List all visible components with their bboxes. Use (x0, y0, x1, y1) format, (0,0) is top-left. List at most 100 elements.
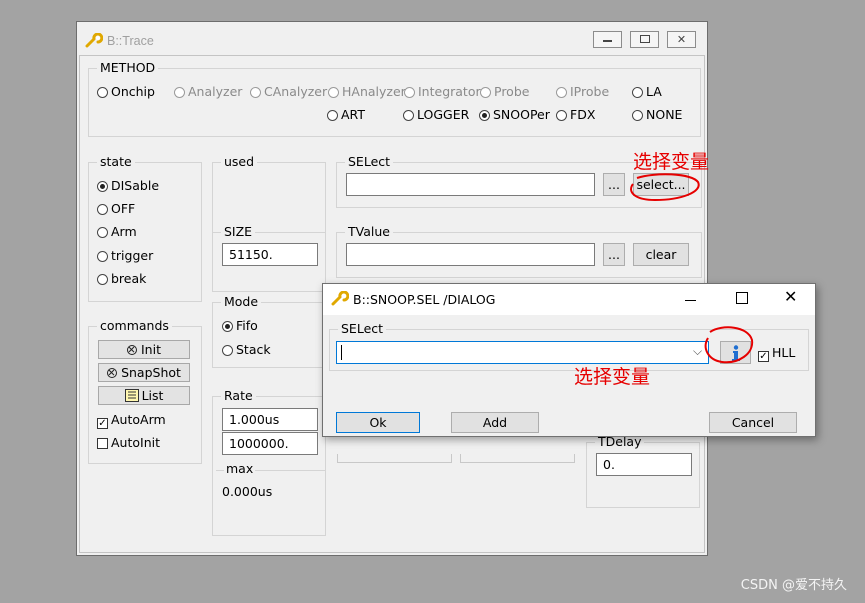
radio-circle (556, 110, 567, 121)
tvalue-group: TValue ... clear (336, 224, 702, 278)
radio-circle-selected (97, 181, 108, 192)
size-label: SIZE (221, 224, 256, 239)
wrench-icon (331, 291, 349, 306)
method-art-radio[interactable]: ART (327, 107, 365, 122)
commands-group: commands Init SnapShot List ✓ AutoArm Aut… (88, 318, 202, 464)
mode-fifo-radio[interactable]: Fifo (222, 318, 258, 333)
tvalue-browse-button[interactable]: ... (603, 243, 625, 266)
state-label: state (97, 154, 135, 169)
checkbox (97, 438, 108, 449)
rate-field[interactable]: 1.000us (222, 408, 318, 431)
size-group: SIZE 51150. (212, 224, 326, 292)
annotation-dialog-note: 选择变量 (574, 366, 651, 388)
radio-circle-selected (222, 321, 233, 332)
method-fdx-radio[interactable]: FDX (556, 107, 595, 122)
tvalue-input[interactable] (346, 243, 595, 266)
autoinit-checkbox[interactable]: AutoInit (97, 435, 160, 450)
commands-label: commands (97, 318, 172, 333)
cancel-button[interactable]: Cancel (709, 412, 797, 433)
radio-circle (403, 110, 414, 121)
tdelay-group: TDelay 0. (586, 434, 700, 508)
checkbox-checked: ✓ (758, 351, 769, 362)
radio-circle (97, 227, 108, 238)
radio-circle-selected (479, 110, 490, 121)
mode-group: Mode Fifo Stack (212, 294, 326, 368)
method-logger-radio[interactable]: LOGGER (403, 107, 469, 122)
mode-stack-radio[interactable]: Stack (222, 342, 271, 357)
method-hanalyzer-radio: HAnalyzer (328, 84, 406, 99)
dialog-title: B::SNOOP.SEL /DIALOG (353, 292, 496, 307)
method-none-radio[interactable]: NONE (632, 107, 682, 122)
minimize-icon (685, 300, 696, 301)
method-onchip-radio[interactable]: Onchip (97, 84, 155, 99)
dialog-maximize-button[interactable] (736, 292, 748, 304)
maximize-icon (639, 35, 650, 43)
radio-circle (97, 251, 108, 262)
state-arm-radio[interactable]: Arm (97, 224, 137, 239)
hll-checkbox[interactable]: ✓ HLL (758, 345, 795, 362)
close-button[interactable]: ✕ (667, 31, 696, 48)
watermark: CSDN @爱不持久 (740, 578, 847, 593)
minimize-button[interactable] (593, 31, 622, 48)
checkbox-checked: ✓ (97, 418, 108, 429)
state-trigger-radio[interactable]: trigger (97, 248, 153, 263)
select-label: SELect (345, 154, 394, 169)
dialog-select-combobox[interactable] (336, 341, 709, 364)
ok-button[interactable]: Ok (336, 412, 420, 433)
dialog-close-button[interactable]: ✕ (784, 287, 797, 306)
rate-count-field[interactable]: 1000000. (222, 432, 318, 455)
method-la-radio[interactable]: LA (632, 84, 662, 99)
snapshot-button[interactable]: SnapShot (98, 363, 190, 382)
radio-circle (404, 87, 415, 98)
tdelay-field[interactable]: 0. (596, 453, 692, 476)
radio-circle (328, 87, 339, 98)
list-icon (124, 389, 139, 402)
state-off-radio[interactable]: OFF (97, 201, 135, 216)
radio-circle (222, 345, 233, 356)
radio-circle (97, 87, 108, 98)
state-break-radio[interactable]: break (97, 271, 146, 286)
select-input[interactable] (346, 173, 595, 196)
maximize-button[interactable] (630, 31, 659, 48)
method-group: METHOD Onchip Analyzer CAnalyzer HAnalyz… (88, 60, 701, 137)
used-label: used (221, 154, 258, 169)
hidden-field-b (460, 454, 575, 463)
max-value: 0.000us (222, 484, 273, 499)
init-button[interactable]: Init (98, 340, 190, 359)
radio-circle (556, 87, 567, 98)
max-label: max (224, 461, 256, 476)
autoarm-checkbox[interactable]: ✓ AutoArm (97, 412, 166, 429)
stop-icon (107, 368, 118, 378)
annotation-ellipse-select (630, 173, 700, 202)
minimize-icon (603, 40, 612, 42)
method-snooper-radio[interactable]: SNOOPer (479, 107, 550, 122)
method-integrator-radio: Integrator (404, 84, 481, 99)
method-iprobe-radio: IProbe (556, 84, 609, 99)
radio-circle (480, 87, 491, 98)
method-analyzer-radio: Analyzer (174, 84, 242, 99)
radio-circle (632, 87, 643, 98)
stop-icon (127, 345, 137, 355)
text-cursor (341, 345, 342, 360)
radio-circle (632, 110, 643, 121)
state-group: state DISable OFF Arm trigger break (88, 154, 202, 302)
radio-circle (97, 274, 108, 285)
clear-button[interactable]: clear (633, 243, 689, 266)
method-probe-radio: Probe (480, 84, 529, 99)
window-title: B::Trace (107, 34, 154, 48)
add-button[interactable]: Add (451, 412, 539, 433)
mode-label: Mode (221, 294, 262, 309)
close-icon: ✕ (676, 33, 687, 46)
list-button[interactable]: List (98, 386, 190, 405)
radio-circle (97, 204, 108, 215)
method-label: METHOD (97, 60, 159, 75)
close-icon: ✕ (784, 287, 798, 306)
annotation-ellipse-browser (704, 326, 754, 364)
method-canalyzer-radio: CAnalyzer (250, 84, 327, 99)
select-browse-button[interactable]: ... (603, 173, 625, 196)
tvalue-label: TValue (345, 224, 393, 239)
dialog-select-label: SELect (338, 321, 387, 336)
state-disable-radio[interactable]: DISable (97, 178, 159, 193)
size-field[interactable]: 51150. (222, 243, 318, 266)
dialog-minimize-button[interactable] (685, 286, 696, 305)
